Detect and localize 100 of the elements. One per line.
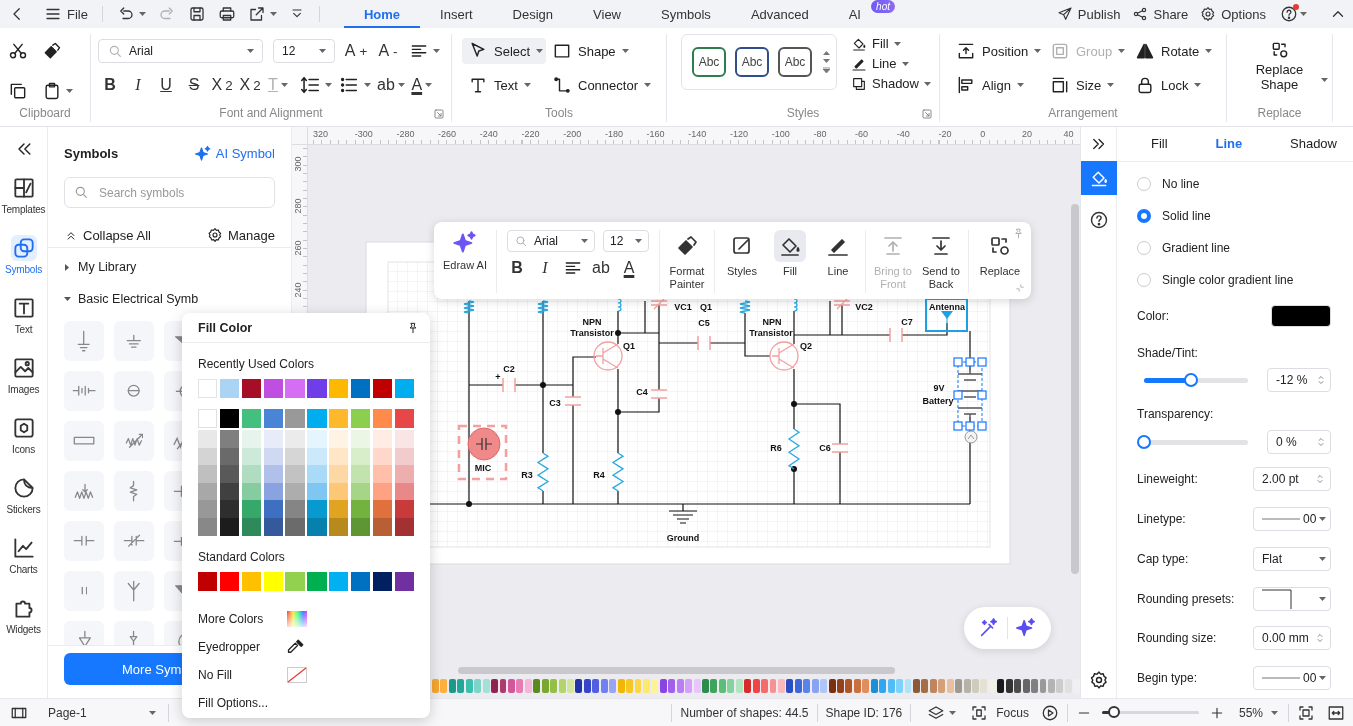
underline-button[interactable]: U bbox=[155, 76, 177, 94]
color-button[interactable]: A bbox=[410, 76, 433, 94]
publish-button[interactable]: Publish bbox=[1056, 6, 1121, 22]
ruler-label: -20 bbox=[938, 129, 952, 139]
radio-option[interactable]: Single color gradient line bbox=[1137, 263, 1331, 296]
zoom-select[interactable]: 55% bbox=[1238, 705, 1278, 720]
font-size-field[interactable]: 12 bbox=[603, 230, 649, 252]
shape-tool[interactable]: Shape bbox=[546, 38, 660, 64]
font-size-field[interactable]: 12 bbox=[273, 39, 335, 63]
component-label: C4 bbox=[636, 387, 648, 397]
group-label: Styles bbox=[785, 105, 821, 122]
font-field[interactable]: Arial bbox=[507, 230, 595, 252]
panel-tab[interactable]: Fill bbox=[1145, 136, 1174, 152]
bold-button[interactable]: B bbox=[99, 76, 121, 94]
case-button[interactable]: ab bbox=[377, 76, 405, 94]
nav-item[interactable]: Charts bbox=[0, 535, 47, 595]
focus-button[interactable]: Focus bbox=[970, 703, 1029, 722]
radio-option[interactable]: No line bbox=[1137, 167, 1331, 200]
edraw-ai-button[interactable]: Edraw AI bbox=[440, 230, 490, 272]
more-option[interactable]: More Colors bbox=[198, 604, 414, 633]
connector-tool[interactable]: Connector bbox=[546, 72, 660, 98]
style-preset[interactable]: Abc bbox=[735, 47, 769, 77]
fill-button[interactable]: Fill bbox=[851, 34, 931, 53]
nav-item[interactable]: Templates bbox=[0, 175, 47, 235]
radio-option[interactable]: Solid line bbox=[1137, 199, 1331, 232]
ribbon-tab[interactable]: Insert bbox=[420, 0, 493, 28]
strike-button[interactable]: S bbox=[183, 76, 205, 94]
font-size: 12 bbox=[610, 234, 625, 248]
rotate-button[interactable]: Rotate bbox=[1135, 38, 1215, 64]
panel-tab[interactable]: Shadow bbox=[1284, 136, 1343, 152]
line-button[interactable]: Line bbox=[851, 54, 931, 73]
component-label: + bbox=[495, 372, 501, 382]
style-preset[interactable]: Abc bbox=[778, 47, 812, 77]
component-label: Transistor bbox=[749, 328, 793, 338]
ai-symbol-button[interactable]: AI Symbol bbox=[193, 144, 275, 163]
position-button[interactable]: Position bbox=[956, 38, 1050, 64]
number-field[interactable]: 2.00 pt bbox=[1253, 467, 1331, 492]
dropdown[interactable]: 00 bbox=[1253, 506, 1331, 531]
ruler-label: 40 bbox=[1063, 129, 1074, 139]
number-field[interactable]: -12 % bbox=[1267, 368, 1331, 393]
ribbon-tab[interactable]: Advanced bbox=[730, 0, 829, 28]
replace-button[interactable]: Replace bbox=[975, 230, 1025, 278]
panel-tab[interactable]: Line bbox=[1209, 136, 1249, 152]
align-button[interactable]: Align bbox=[956, 72, 1050, 98]
component-label: VC1 bbox=[674, 302, 692, 312]
ribbon-tab[interactable]: View bbox=[573, 0, 641, 28]
section-label: Standard Colors bbox=[198, 549, 286, 564]
options-button[interactable]: Options bbox=[1200, 6, 1266, 22]
ribbon-tab[interactable]: AI hot bbox=[828, 0, 901, 28]
shape-id: Shape ID: 176 bbox=[825, 705, 903, 720]
fill-options-link[interactable]: Fill Options... bbox=[198, 688, 414, 717]
search-field[interactable]: Search symbols bbox=[64, 177, 275, 208]
nav-item[interactable]: Icons bbox=[0, 415, 47, 475]
ribbon-tab[interactable]: Design bbox=[492, 0, 574, 28]
font-name: Arial bbox=[129, 44, 154, 58]
file-menu[interactable]: File bbox=[44, 5, 88, 23]
ribbon-tab[interactable]: Home bbox=[343, 0, 421, 28]
bold-button[interactable]: B bbox=[507, 259, 527, 277]
style-preset[interactable]: Abc bbox=[692, 47, 726, 77]
ruler-label: 320 bbox=[313, 129, 329, 139]
size-button[interactable]: Size bbox=[1050, 72, 1135, 98]
number-field[interactable]: 0.00 mm bbox=[1253, 626, 1331, 651]
component-label: VC2 bbox=[855, 302, 873, 312]
styles-button[interactable]: Styles bbox=[721, 230, 763, 278]
ruler-label: -120 bbox=[730, 129, 748, 139]
collapse-all-button[interactable]: Collapse All bbox=[64, 223, 151, 247]
ruler-label: -200 bbox=[563, 129, 582, 139]
ribbon-tab[interactable]: Symbols bbox=[641, 0, 731, 28]
library-header[interactable]: Basic Electrical Symb bbox=[48, 283, 291, 315]
component-label: 9V bbox=[933, 383, 945, 393]
text-tool[interactable]: Text bbox=[462, 72, 546, 98]
back-button[interactable]: Send to Back bbox=[920, 230, 962, 291]
radio-option[interactable]: Gradient line bbox=[1137, 231, 1331, 264]
nav-item[interactable]: Images bbox=[0, 355, 47, 415]
font-field[interactable]: Arial bbox=[98, 39, 263, 63]
line-button[interactable]: Line bbox=[817, 230, 859, 278]
nav-item[interactable]: Text bbox=[0, 295, 47, 355]
select-tool[interactable]: Select bbox=[462, 38, 546, 64]
page-selector[interactable]: Page-1 bbox=[48, 705, 156, 720]
nav-item[interactable]: Stickers bbox=[0, 475, 47, 535]
dropdown[interactable]: 00 bbox=[1253, 666, 1331, 691]
dropdown[interactable]: Flat bbox=[1253, 546, 1331, 571]
component-label: R6 bbox=[770, 443, 782, 453]
italic-button[interactable]: I bbox=[127, 76, 149, 94]
fill-button[interactable]: Fill bbox=[769, 230, 811, 278]
ruler-label: -160 bbox=[646, 129, 665, 139]
replace-shape-button[interactable]: Replace Shape bbox=[1239, 38, 1320, 92]
color-button[interactable]: A bbox=[619, 259, 639, 277]
share-button[interactable]: Share bbox=[1132, 6, 1189, 22]
case-button[interactable]: ab bbox=[591, 259, 611, 277]
manage-button[interactable]: Manage bbox=[207, 223, 275, 247]
nav-item[interactable]: Widgets bbox=[0, 595, 47, 655]
format-painter-button[interactable]: Format Painter bbox=[666, 230, 708, 291]
lock-button[interactable]: Lock bbox=[1135, 72, 1215, 98]
shadow-button[interactable]: Shadow bbox=[851, 74, 931, 93]
italic-button[interactable]: I bbox=[535, 259, 555, 277]
library-header[interactable]: My Library bbox=[48, 251, 291, 283]
nav-item[interactable]: Symbols bbox=[0, 235, 47, 295]
number-field[interactable]: 0 % bbox=[1267, 430, 1331, 455]
ruler-label: -240 bbox=[479, 129, 498, 139]
